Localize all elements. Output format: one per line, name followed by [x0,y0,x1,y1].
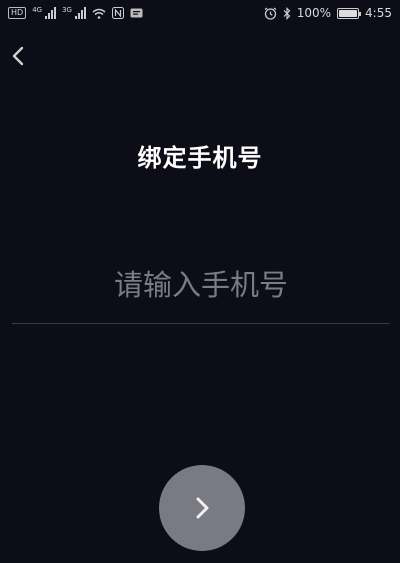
back-button[interactable] [6,44,30,68]
phone-input[interactable] [12,255,390,315]
alarm-icon [264,7,277,20]
page-title: 绑定手机号 [137,144,263,172]
network-type-2: 3G [62,6,72,14]
battery-fill [339,9,358,17]
signal-icon [45,7,57,19]
input-divider [12,323,390,324]
status-right: 100% 4:55 [264,6,392,20]
status-bar: HD 4G 3G 100% 4:55 [0,0,400,26]
phone-field [12,255,390,315]
status-left: HD 4G 3G [8,6,143,19]
wifi-icon [92,8,106,19]
nfc-icon [111,7,124,19]
battery-percent: 100% [296,6,332,20]
hd-badge: HD [8,7,27,19]
message-icon [130,8,143,18]
signal-icon-2 [74,7,86,19]
bluetooth-icon [283,6,291,20]
battery-icon [337,7,362,19]
clock: 4:55 [365,6,392,20]
next-button[interactable] [159,465,245,551]
chevron-right-icon [196,497,209,519]
network-type-1: 4G [32,6,43,14]
chevron-left-icon [12,46,24,66]
